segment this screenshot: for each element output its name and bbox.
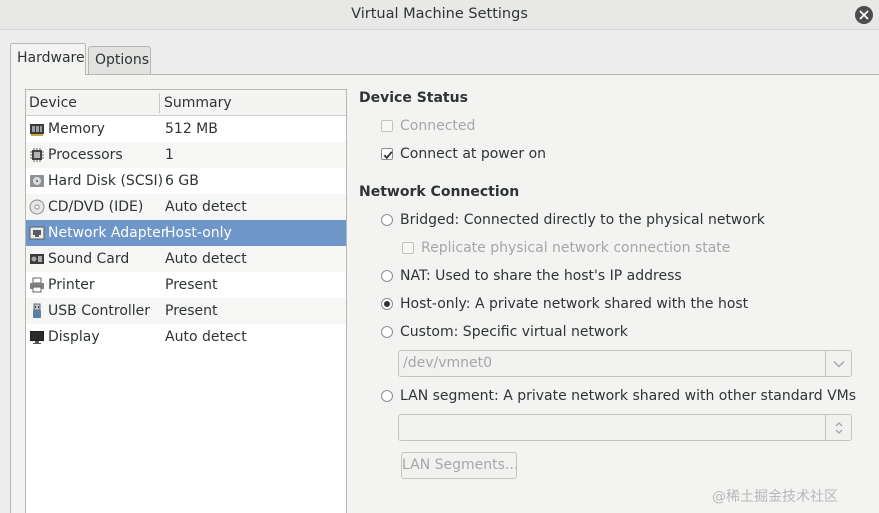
connect-at-power-on-checkbox-box [381,148,393,160]
lan-segment-radio-circle [381,390,393,402]
lan-segment-label: LAN segment: A private network shared wi… [400,388,857,404]
device-summary: Present [165,277,218,293]
usb-controller-icon [33,303,41,318]
network-adapter-icon [29,226,45,240]
device-summary: 512 MB [165,121,218,137]
tab-hardware-label: Hardware [17,50,85,66]
sound-card-icon [30,254,44,264]
column-header-device[interactable]: Device [29,90,157,116]
device-name: Network Adapter [48,225,167,241]
nat-radio-circle [381,270,393,282]
device-summary: 6 GB [165,173,199,189]
network-connection-heading: Network Connection [359,184,520,200]
display-icon [30,331,44,344]
lan-segment-combo[interactable] [398,414,852,441]
replicate-state-label: Replicate physical network connection st… [421,240,731,256]
host-only-radio[interactable]: Host-only: A private network shared with… [381,295,851,313]
device-summary: 1 [165,147,174,163]
connect-at-power-on-label: Connect at power on [400,146,547,162]
connected-label: Connected [400,118,476,134]
bridged-radio[interactable]: Bridged: Connected directly to the physi… [381,211,851,229]
device-row-cd-dvd[interactable]: CD/DVD (IDE) Auto detect [26,194,346,220]
custom-label: Custom: Specific virtual network [400,324,628,340]
hard-disk-icon [30,175,44,187]
device-name: Sound Card [48,251,130,267]
lan-segment-radio[interactable]: LAN segment: A private network shared wi… [381,387,856,405]
tab-options[interactable]: Options [88,46,151,74]
bridged-radio-circle [381,214,393,226]
device-row-hard-disk[interactable]: Hard Disk (SCSI) 6 GB [26,168,346,194]
nat-radio[interactable]: NAT: Used to share the host's IP address [381,267,851,285]
close-button[interactable] [855,6,873,24]
tab-options-label: Options [95,52,150,68]
device-summary: Present [165,303,218,319]
device-list-header: Device Summary [26,90,346,116]
nat-label: NAT: Used to share the host's IP address [400,268,682,284]
chevron-down-icon [833,360,844,367]
device-row-usb-controller[interactable]: USB Controller Present [26,298,346,324]
column-header-summary[interactable]: Summary [164,90,334,116]
custom-radio-circle [381,326,393,338]
device-name: USB Controller [48,303,151,319]
tab-hardware[interactable]: Hardware [10,43,86,75]
device-name: Processors [48,147,123,163]
device-summary: Auto detect [165,251,247,267]
connected-checkbox[interactable]: Connected [381,117,681,135]
device-row-processors[interactable]: Processors 1 [26,142,346,168]
device-row-display[interactable]: Display Auto detect [26,324,346,350]
device-name: CD/DVD (IDE) [48,199,144,215]
device-list[interactable]: Device Summary Memory 512 MB Processors … [25,89,347,513]
connected-checkbox-box [381,120,393,132]
device-summary: Host-only [165,225,232,241]
device-row-sound-card[interactable]: Sound Card Auto detect [26,246,346,272]
device-status-heading: Device Status [359,90,468,106]
custom-radio[interactable]: Custom: Specific virtual network [381,323,851,341]
device-name: Hard Disk (SCSI) [48,173,164,189]
device-summary: Auto detect [165,329,247,345]
host-only-label: Host-only: A private network shared with… [400,296,749,312]
lan-segments-button[interactable]: LAN Segments... [401,452,518,479]
replicate-state-checkbox-box [402,242,414,254]
device-name: Memory [48,121,105,137]
cd-dvd-icon [29,199,45,215]
custom-network-value: /dev/vmnet0 [403,355,493,371]
printer-icon [30,277,44,293]
replicate-state-checkbox[interactable]: Replicate physical network connection st… [402,239,732,257]
window-title: Virtual Machine Settings [351,6,528,22]
checkmark-icon [383,151,393,160]
combo-dropdown-button[interactable] [825,351,851,376]
bridged-label: Bridged: Connected directly to the physi… [400,212,765,228]
chevron-up-down-icon [835,421,842,434]
host-only-radio-circle [381,298,393,310]
device-summary: Auto detect [165,199,247,215]
connect-at-power-on-checkbox[interactable]: Connect at power on [381,145,681,163]
device-row-network-adapter[interactable]: Network Adapter Host-only [26,220,346,246]
close-icon [859,10,869,20]
device-row-memory[interactable]: Memory 512 MB [26,116,346,142]
processor-icon [30,148,44,162]
device-name: Printer [48,277,95,293]
radio-dot [384,301,390,307]
combo-spin-button[interactable] [825,415,851,440]
memory-icon [30,124,44,136]
device-row-printer[interactable]: Printer Present [26,272,346,298]
title-bar: Virtual Machine Settings [0,0,879,30]
watermark: @稀土掘金技术社区 [712,489,838,505]
device-name: Display [48,329,100,345]
custom-network-combo[interactable]: /dev/vmnet0 [398,350,852,377]
column-separator [159,93,160,113]
